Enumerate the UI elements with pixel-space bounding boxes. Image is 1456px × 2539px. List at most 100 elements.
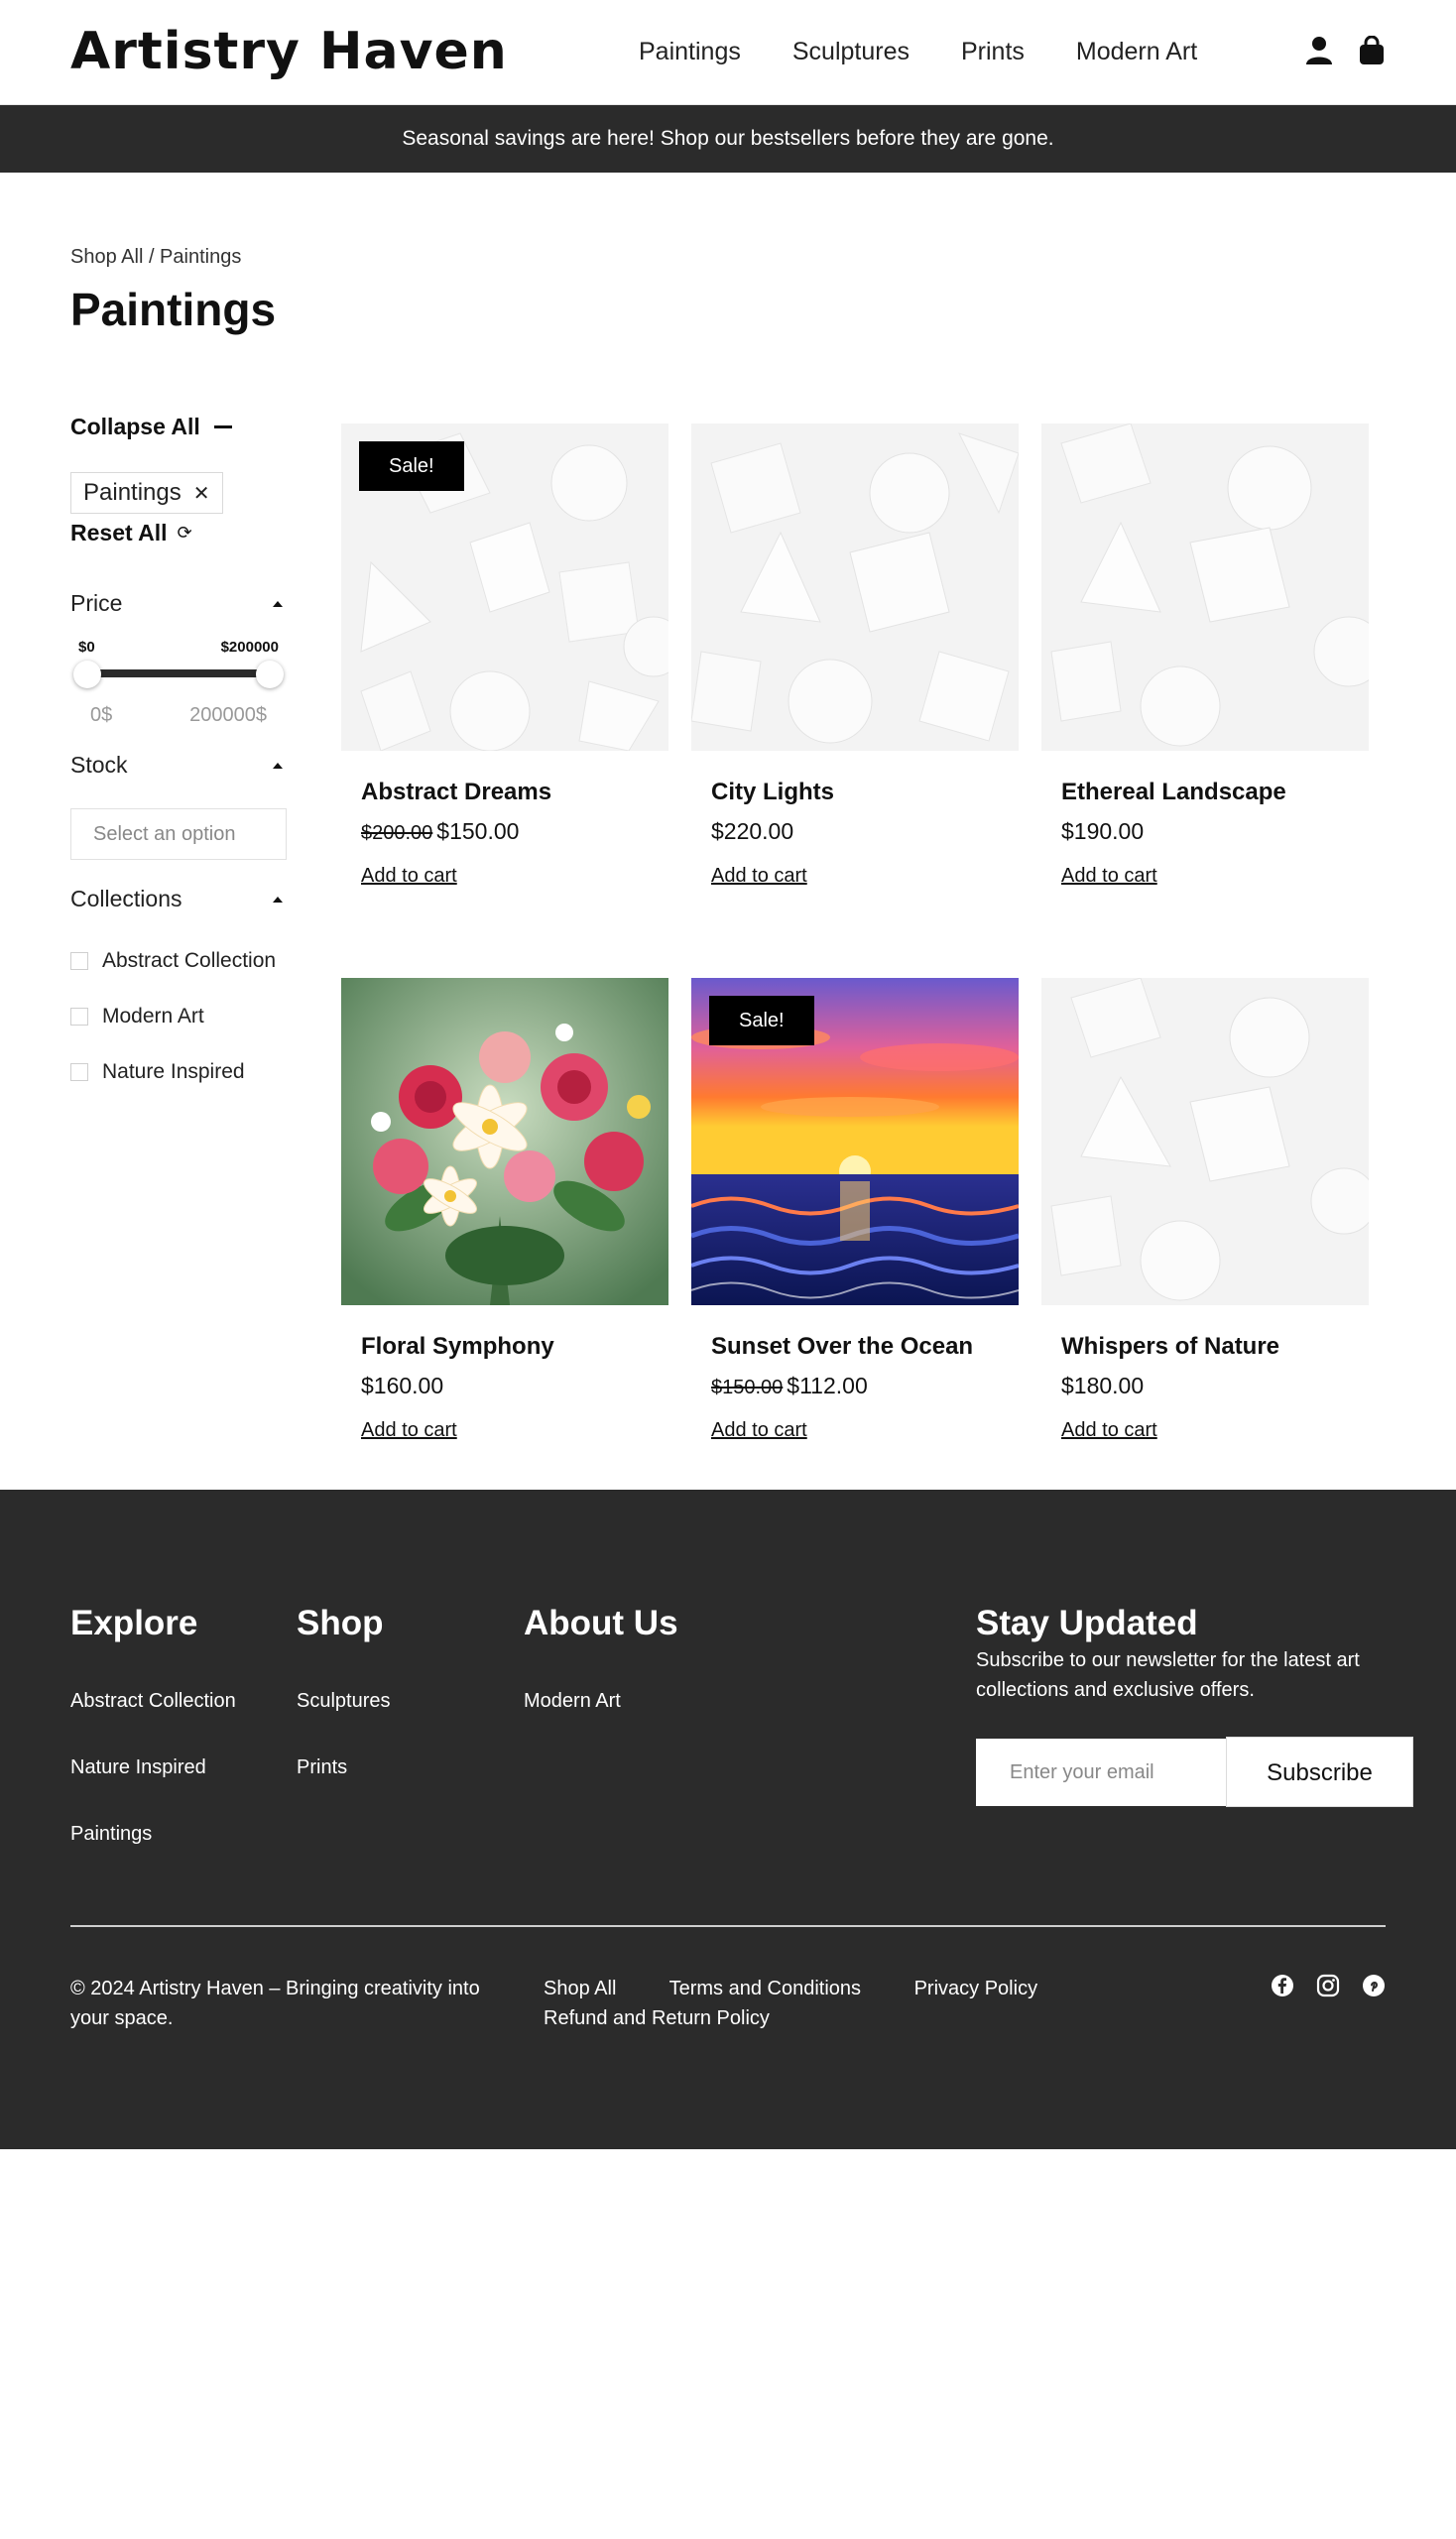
price-max-input[interactable]: 200000$ bbox=[189, 704, 267, 727]
product-card[interactable]: Floral Symphony $160.00 Add to cart bbox=[341, 978, 668, 1442]
footer-divider bbox=[70, 1925, 1386, 1927]
checkbox[interactable] bbox=[70, 1063, 88, 1081]
original-price: $150.00 bbox=[711, 1377, 784, 1398]
social-links bbox=[1271, 1974, 1386, 1997]
email-field[interactable]: Enter your email bbox=[976, 1739, 1226, 1806]
nav-paintings[interactable]: Paintings bbox=[639, 36, 741, 67]
add-to-cart-button[interactable]: Add to cart bbox=[361, 1419, 457, 1442]
footer-link[interactable]: Prints bbox=[297, 1753, 391, 1781]
collection-label: Nature Inspired bbox=[102, 1060, 245, 1083]
facet-price-label: Price bbox=[70, 590, 123, 616]
legal-link-refund[interactable]: Refund and Return Policy bbox=[544, 2007, 770, 2029]
add-to-cart-button[interactable]: Add to cart bbox=[1061, 1419, 1157, 1442]
footer-explore: Explore Abstract Collection Nature Inspi… bbox=[70, 1604, 236, 1886]
product-card[interactable]: Sale! Abstract Dreams $200.00 $150.00 Add… bbox=[341, 423, 668, 888]
product-image[interactable] bbox=[1041, 423, 1369, 751]
pinterest-icon[interactable] bbox=[1362, 1974, 1386, 1997]
collapse-all-label: Collapse All bbox=[70, 413, 200, 439]
slider-min-handle[interactable] bbox=[73, 661, 101, 688]
header-icons bbox=[1305, 35, 1387, 65]
product-image[interactable] bbox=[341, 978, 668, 1305]
sale-price: $150.00 bbox=[436, 818, 520, 844]
checkbox[interactable] bbox=[70, 952, 88, 970]
add-to-cart-button[interactable]: Add to cart bbox=[361, 865, 457, 888]
product-image[interactable]: Sale! bbox=[691, 978, 1019, 1305]
footer-about-title: About Us bbox=[524, 1604, 678, 1642]
add-to-cart-button[interactable]: Add to cart bbox=[711, 865, 807, 888]
nav-modern-art[interactable]: Modern Art bbox=[1076, 36, 1197, 67]
sale-price: $160.00 bbox=[361, 1373, 444, 1398]
newsletter-text: Subscribe to our newsletter for the late… bbox=[976, 1649, 1360, 1701]
chevron-up-icon bbox=[273, 600, 283, 607]
collapse-all-button[interactable]: Collapse All bbox=[70, 409, 287, 444]
facet-price-header[interactable]: Price bbox=[70, 590, 287, 617]
collection-option[interactable]: Abstract Collection bbox=[70, 946, 287, 976]
nav-prints[interactable]: Prints bbox=[961, 36, 1025, 67]
active-filter-chip[interactable]: Paintings ✕ bbox=[70, 472, 223, 514]
account-icon[interactable] bbox=[1305, 36, 1333, 65]
footer-explore-title: Explore bbox=[70, 1604, 198, 1642]
breadcrumb[interactable]: Shop All / Paintings bbox=[70, 246, 241, 269]
slider-max-handle[interactable] bbox=[256, 661, 284, 688]
legal-link-privacy[interactable]: Privacy Policy bbox=[914, 1978, 1037, 1999]
product-price: $200.00 $150.00 bbox=[361, 818, 668, 845]
sale-price: $220.00 bbox=[711, 818, 794, 844]
main-nav: Paintings Sculptures Prints Modern Art bbox=[639, 36, 1197, 67]
close-icon[interactable]: ✕ bbox=[193, 481, 210, 506]
checkbox[interactable] bbox=[70, 1008, 88, 1026]
legal-link-terms[interactable]: Terms and Conditions bbox=[669, 1978, 861, 1999]
announcement-bar: Seasonal savings are here! Shop our best… bbox=[0, 105, 1456, 173]
facet-collections-label: Collections bbox=[70, 886, 182, 911]
product-image[interactable] bbox=[691, 423, 1019, 751]
subscribe-button[interactable]: Subscribe bbox=[1226, 1737, 1413, 1807]
product-name[interactable]: Floral Symphony bbox=[361, 1333, 668, 1361]
instagram-icon[interactable] bbox=[1316, 1974, 1340, 1997]
footer-shop-title: Shop bbox=[297, 1604, 384, 1642]
product-price: $150.00 $112.00 bbox=[711, 1373, 1019, 1399]
collections-list: Abstract Collection Modern Art Nature In… bbox=[70, 946, 287, 1087]
product-image[interactable]: Sale! bbox=[341, 423, 668, 751]
filter-sidebar: Collapse All Paintings ✕ Reset All ⟳ Pri… bbox=[70, 409, 287, 1087]
facebook-icon[interactable] bbox=[1271, 1974, 1294, 1997]
sale-badge: Sale! bbox=[709, 996, 814, 1045]
product-card[interactable]: Whispers of Nature $180.00 Add to cart bbox=[1041, 978, 1369, 1442]
footer-link[interactable]: Abstract Collection bbox=[70, 1687, 236, 1715]
cart-bag-icon[interactable] bbox=[1359, 35, 1387, 65]
product-card[interactable]: Ethereal Landscape $190.00 Add to cart bbox=[1041, 423, 1369, 888]
product-image[interactable] bbox=[1041, 978, 1369, 1305]
reset-all-button[interactable]: Reset All ⟳ bbox=[70, 520, 287, 546]
footer-link[interactable]: Nature Inspired bbox=[70, 1753, 236, 1781]
slider-track[interactable] bbox=[85, 669, 272, 677]
product-card[interactable]: Sale! Sunset Over the Ocean $150.00 $112.… bbox=[691, 978, 1019, 1442]
product-price: $190.00 bbox=[1061, 818, 1369, 845]
product-price: $180.00 bbox=[1061, 1373, 1369, 1399]
price-range-slider: $0 $200000 0$ 200000$ bbox=[70, 639, 287, 728]
price-max-label: $200000 bbox=[220, 639, 279, 656]
stock-select[interactable]: Select an option bbox=[70, 808, 287, 860]
product-name[interactable]: Abstract Dreams bbox=[361, 779, 668, 806]
facet-stock-header[interactable]: Stock bbox=[70, 752, 287, 779]
copyright: © 2024 Artistry Haven – Bringing creativ… bbox=[70, 1978, 480, 2029]
site-logo[interactable]: Artistry Haven bbox=[70, 20, 508, 83]
product-name[interactable]: Whispers of Nature bbox=[1061, 1333, 1369, 1361]
product-name[interactable]: City Lights bbox=[711, 779, 1019, 806]
footer-link[interactable]: Paintings bbox=[70, 1820, 236, 1848]
add-to-cart-button[interactable]: Add to cart bbox=[1061, 865, 1157, 888]
footer-link[interactable]: Modern Art bbox=[524, 1687, 678, 1715]
newsletter-title: Stay Updated bbox=[976, 1604, 1198, 1642]
footer-link[interactable]: Sculptures bbox=[297, 1687, 391, 1715]
active-filter-label: Paintings bbox=[83, 479, 182, 506]
page-title: Paintings bbox=[70, 284, 277, 335]
product-price: $220.00 bbox=[711, 818, 1019, 845]
product-name[interactable]: Ethereal Landscape bbox=[1061, 779, 1369, 806]
facet-collections-header[interactable]: Collections bbox=[70, 886, 287, 912]
product-card[interactable]: City Lights $220.00 Add to cart bbox=[691, 423, 1019, 888]
price-min-input[interactable]: 0$ bbox=[90, 704, 112, 727]
collection-option[interactable]: Nature Inspired bbox=[70, 1057, 287, 1087]
footer-about: About Us Modern Art bbox=[524, 1604, 678, 1753]
legal-link-shop-all[interactable]: Shop All bbox=[544, 1978, 616, 1999]
add-to-cart-button[interactable]: Add to cart bbox=[711, 1419, 807, 1442]
collection-option[interactable]: Modern Art bbox=[70, 1002, 287, 1031]
nav-sculptures[interactable]: Sculptures bbox=[792, 36, 910, 67]
product-name[interactable]: Sunset Over the Ocean bbox=[711, 1333, 1019, 1361]
